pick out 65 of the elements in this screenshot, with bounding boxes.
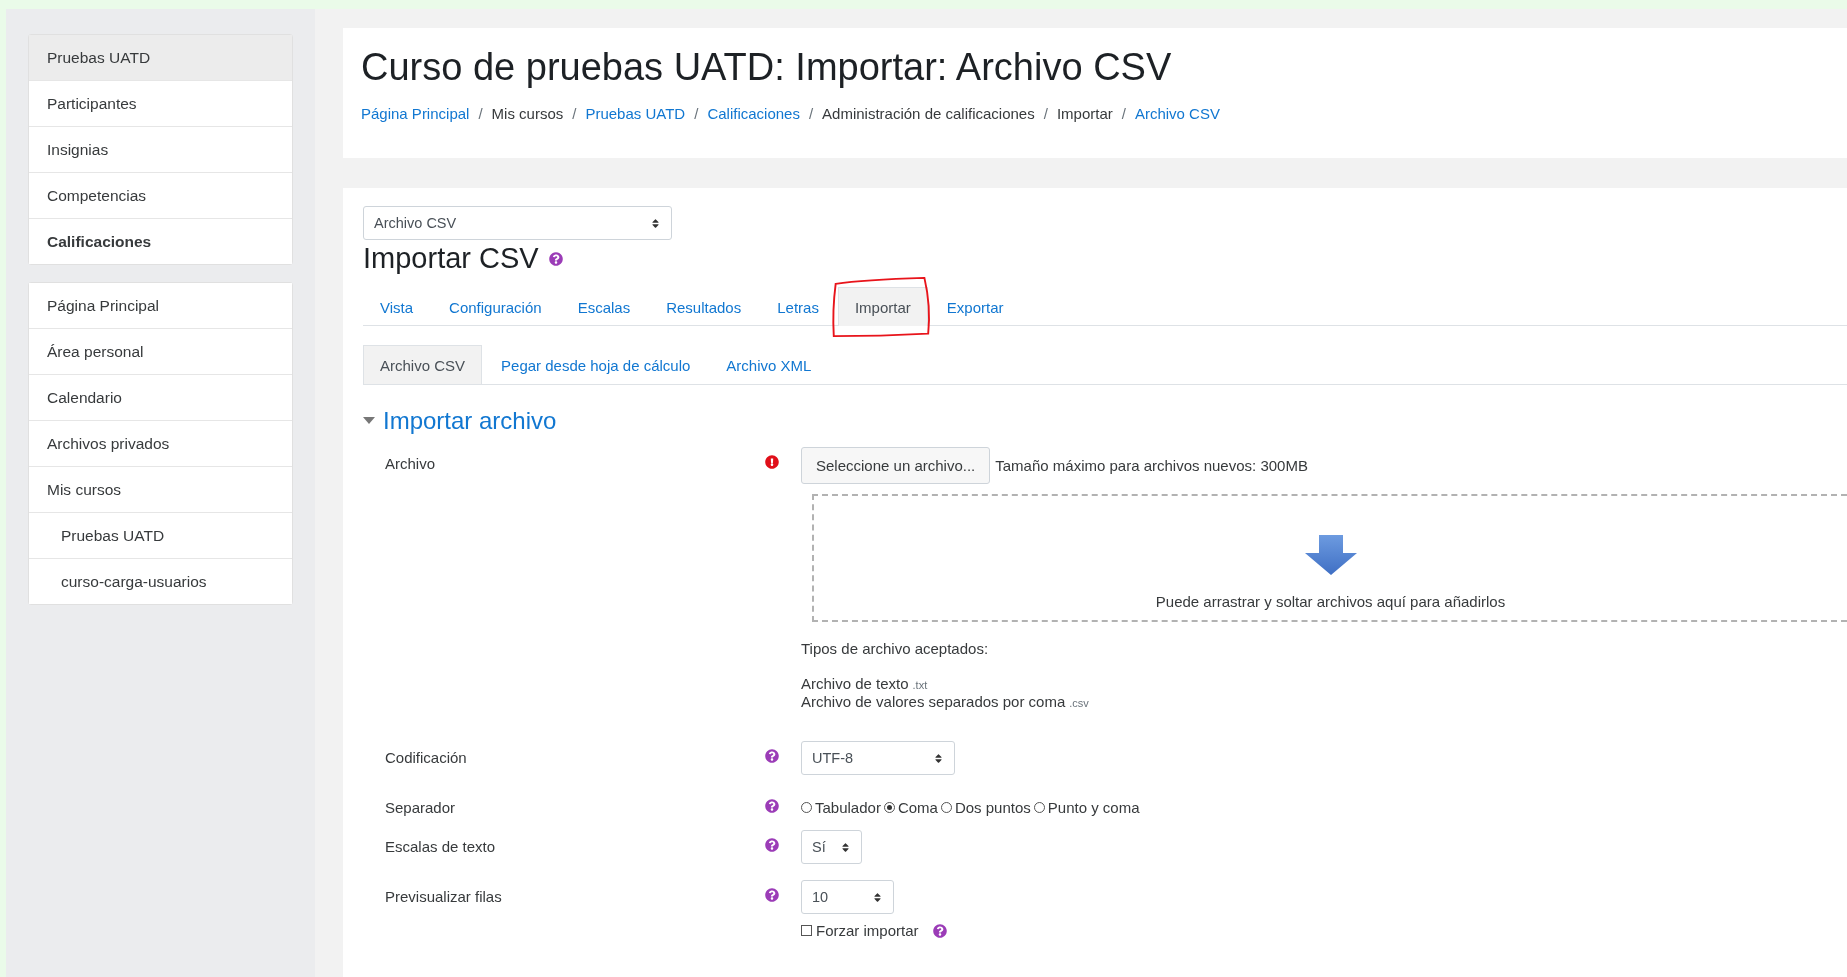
- report-select[interactable]: Archivo CSV: [363, 206, 672, 240]
- sort-caret-icon: [933, 752, 944, 764]
- sidebar-item[interactable]: Pruebas UATD: [29, 35, 292, 80]
- tab[interactable]: Importar: [837, 287, 928, 326]
- breadcrumb-text: Administración de calificaciones: [822, 105, 1035, 122]
- page-title: Curso de pruebas UATD: Importar: Archivo CSV: [361, 46, 1173, 89]
- sidebar-item[interactable]: Calificaciones: [29, 218, 292, 264]
- field-label: Previsualizar filas: [385, 887, 503, 905]
- scales-select[interactable]: Sí: [801, 830, 862, 864]
- breadcrumb-separator: /: [1043, 105, 1048, 122]
- drop-zone[interactable]: Puede arrastrar y soltar archivos aquí para añadirlos: [812, 494, 1847, 622]
- file-type-name: Archivo de valores separados por coma: [801, 693, 1066, 710]
- tab[interactable]: Exportar: [929, 287, 1021, 326]
- field-label: Codificación: [385, 748, 468, 766]
- field-label: Separador: [385, 798, 457, 816]
- help-icon[interactable]: [765, 888, 779, 902]
- field-label: Escalas de texto: [385, 837, 497, 855]
- drop-hint: Puede arrastrar y soltar archivos aquí para añadirlos: [1155, 593, 1506, 610]
- collapse-caret-icon[interactable]: [363, 417, 375, 425]
- breadcrumb-separator: /: [478, 105, 483, 122]
- help-icon[interactable]: [932, 923, 947, 938]
- tab[interactable]: Letras: [760, 287, 836, 326]
- section-title[interactable]: Importar archivo: [383, 407, 557, 435]
- preview-rows-select[interactable]: 10: [801, 880, 894, 914]
- help-icon[interactable]: [548, 251, 563, 266]
- down-arrow-icon: [1304, 535, 1357, 575]
- subtab[interactable]: Archivo CSV: [363, 345, 483, 384]
- breadcrumb-separator: /: [1121, 105, 1126, 122]
- field-label: Archivo: [385, 454, 437, 472]
- breadcrumb-link[interactable]: Calificaciones: [707, 105, 800, 122]
- breadcrumb-link[interactable]: Archivo CSV: [1134, 105, 1220, 122]
- breadcrumb-separator: /: [808, 105, 814, 122]
- file-extension: .txt: [912, 679, 928, 691]
- radio-label: Coma: [897, 799, 938, 816]
- sort-caret-icon: [840, 841, 851, 853]
- breadcrumb-separator: /: [572, 105, 577, 122]
- accepted-types-title: Tipos de archivo aceptados:: [801, 640, 990, 657]
- sidebar-item[interactable]: curso-carga-usuarios: [29, 558, 292, 604]
- max-size-text: Tamaño máximo para archivos nuevos: 300MB: [995, 457, 1308, 474]
- tab[interactable]: Vista: [363, 287, 431, 326]
- help-icon[interactable]: [765, 799, 779, 813]
- tab[interactable]: Configuración: [432, 287, 559, 326]
- tab[interactable]: Escalas: [560, 287, 648, 326]
- subtab[interactable]: Pegar desde hoja de cálculo: [484, 345, 708, 384]
- breadcrumb-text: Mis cursos: [491, 105, 564, 122]
- choose-file-button[interactable]: Seleccione un archivo...: [801, 447, 991, 484]
- sort-caret-icon: [650, 217, 661, 229]
- tab[interactable]: Resultados: [649, 287, 759, 326]
- breadcrumb-link[interactable]: Página Principal: [361, 105, 470, 122]
- file-type-name: Archivo de texto: [801, 675, 909, 692]
- radio-label: Punto y coma: [1047, 799, 1140, 816]
- sort-caret-icon: [872, 891, 883, 903]
- help-icon[interactable]: [765, 749, 779, 763]
- breadcrumb-link[interactable]: Pruebas UATD: [585, 105, 686, 122]
- encoding-select[interactable]: UTF-8: [801, 741, 955, 775]
- radio-label: Tabulador: [815, 799, 881, 816]
- section-heading: Importar CSV: [363, 242, 539, 275]
- breadcrumb-separator: /: [694, 105, 699, 122]
- file-extension: .csv: [1069, 697, 1089, 709]
- checkbox-label: Forzar importar: [816, 922, 919, 939]
- subtab[interactable]: Archivo XML: [709, 345, 829, 384]
- breadcrumb-text: Importar: [1056, 105, 1113, 122]
- help-icon[interactable]: [765, 838, 779, 852]
- radio-label: Dos puntos: [954, 799, 1031, 816]
- checkbox[interactable]: [801, 925, 812, 936]
